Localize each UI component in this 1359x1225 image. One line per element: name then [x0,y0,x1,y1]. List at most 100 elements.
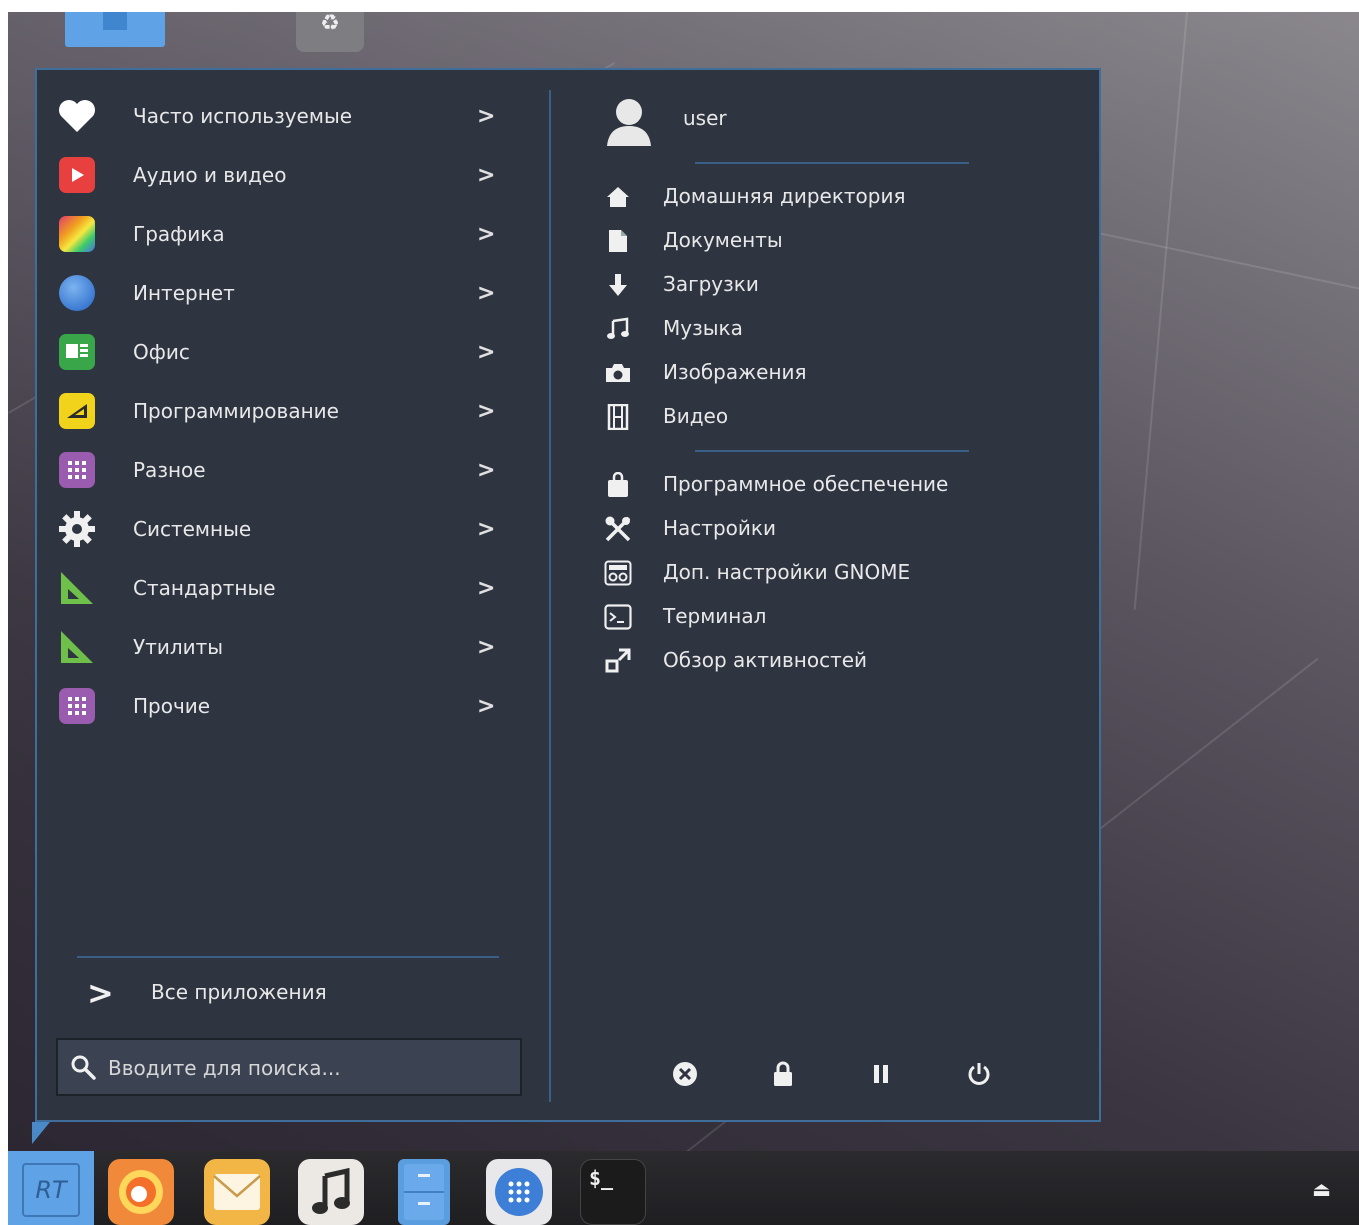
place-videos[interactable]: Видео [599,396,1049,436]
category-utilities[interactable]: Утилиты > [57,621,497,673]
graphics-icon [57,214,97,254]
document-icon [603,226,633,256]
divider [695,450,969,452]
category-misc[interactable]: Разное > [57,444,497,496]
category-label: Программирование [133,399,339,423]
power-button[interactable] [963,1058,995,1090]
set-square-icon [57,568,97,608]
category-frequent[interactable]: Часто используемые > [57,90,497,142]
chevron-right-icon: > [477,280,496,306]
place-home[interactable]: Домашняя директория [599,176,1049,216]
system-label: Доп. настройки GNOME [663,560,911,584]
category-system[interactable]: Системные > [57,503,497,555]
avatar [607,99,651,146]
all-apps-button[interactable]: > Все приложения [87,970,487,1018]
desktop-trash-icon[interactable]: ♻ [296,12,364,52]
chevron-right-icon: > [477,339,496,365]
app-menu: Часто используемые > Аудио и видео > Гра… [35,68,1101,1122]
system-activities-overview[interactable]: Обзор активностей [599,640,1049,680]
taskbar: RT $_ ⏏ [8,1151,1359,1225]
film-icon [603,402,633,432]
chevron-right-icon: > [477,162,496,188]
chevron-right-icon: > [477,575,496,601]
firefox-launcher[interactable] [108,1159,174,1225]
eject-icon[interactable]: ⏏ [1312,1177,1331,1201]
download-icon [603,270,633,300]
grid-icon [57,450,97,490]
category-internet[interactable]: Интернет > [57,267,497,319]
launcher-logo-icon: RT [22,1163,80,1217]
chevron-right-icon: > [477,457,496,483]
lock-button[interactable] [767,1058,799,1090]
shopping-bag-icon [603,470,633,500]
place-label: Загрузки [663,272,759,296]
chevron-right-icon: > [477,634,496,660]
category-office[interactable]: Офис > [57,326,497,378]
system-software[interactable]: Программное обеспечение [599,464,1049,504]
category-standard[interactable]: Стандартные > [57,562,497,614]
chevron-right-icon: > [87,974,114,1012]
category-label: Утилиты [133,635,224,659]
start-menu-button[interactable]: RT [8,1151,94,1225]
desktop-folder-icon[interactable] [65,12,165,47]
gear-icon [57,509,97,549]
terminal-prompt-icon: $_ [589,1166,614,1190]
place-downloads[interactable]: Загрузки [599,264,1049,304]
menu-pointer [32,1122,50,1144]
place-music[interactable]: Музыка [599,308,1049,348]
wallpaper-line [1097,232,1359,297]
home-icon [603,182,633,212]
file-manager-launcher[interactable] [398,1159,450,1225]
terminal-icon [603,602,633,632]
system-label: Программное обеспечение [663,472,949,496]
globe-icon [57,273,97,313]
user-item[interactable]: user [599,92,999,152]
search-input[interactable] [106,1052,510,1084]
music-icon [603,314,633,344]
activities-icon [603,646,633,676]
logout-button[interactable] [669,1058,701,1090]
suspend-button[interactable] [865,1058,897,1090]
system-settings[interactable]: Настройки [599,508,1049,548]
all-apps-label: Все приложения [151,980,327,1004]
place-label: Домашняя директория [663,184,906,208]
user-name: user [683,106,727,130]
music-player-launcher[interactable] [298,1159,364,1225]
camera-icon [603,358,633,388]
terminal-launcher[interactable]: $_ [580,1159,646,1225]
place-label: Документы [663,228,783,252]
category-graphics[interactable]: Графика > [57,208,497,260]
place-documents[interactable]: Документы [599,220,1049,260]
chevron-right-icon: > [477,398,496,424]
tweaks-icon [603,558,633,588]
column-divider [549,90,551,1102]
category-programming[interactable]: Программирование > [57,385,497,437]
place-label: Музыка [663,316,743,340]
category-label: Графика [133,222,225,246]
chevron-right-icon: > [477,693,496,719]
logout-icon [673,1062,697,1086]
chevron-right-icon: > [477,103,496,129]
music-note-icon [312,1168,350,1214]
place-pictures[interactable]: Изображения [599,352,1049,392]
divider [695,162,969,164]
app-grid-launcher[interactable] [486,1159,552,1225]
category-label: Интернет [133,281,235,305]
system-terminal[interactable]: Терминал [599,596,1049,636]
power-icon [968,1063,990,1085]
lock-icon [774,1061,792,1086]
file-cabinet-icon [404,1164,444,1220]
system-label: Обзор активностей [663,648,868,672]
category-label: Аудио и видео [133,163,287,187]
programming-icon [57,391,97,431]
play-icon [57,155,97,195]
category-audio-video[interactable]: Аудио и видео > [57,149,497,201]
category-label: Часто используемые [133,104,353,128]
office-icon [57,332,97,372]
divider [77,956,499,958]
system-gnome-tweaks[interactable]: Доп. настройки GNOME [599,552,1049,592]
set-square-icon [57,627,97,667]
chevron-right-icon: > [477,516,496,542]
category-other[interactable]: Прочие > [57,680,497,732]
mail-launcher[interactable] [204,1159,270,1225]
